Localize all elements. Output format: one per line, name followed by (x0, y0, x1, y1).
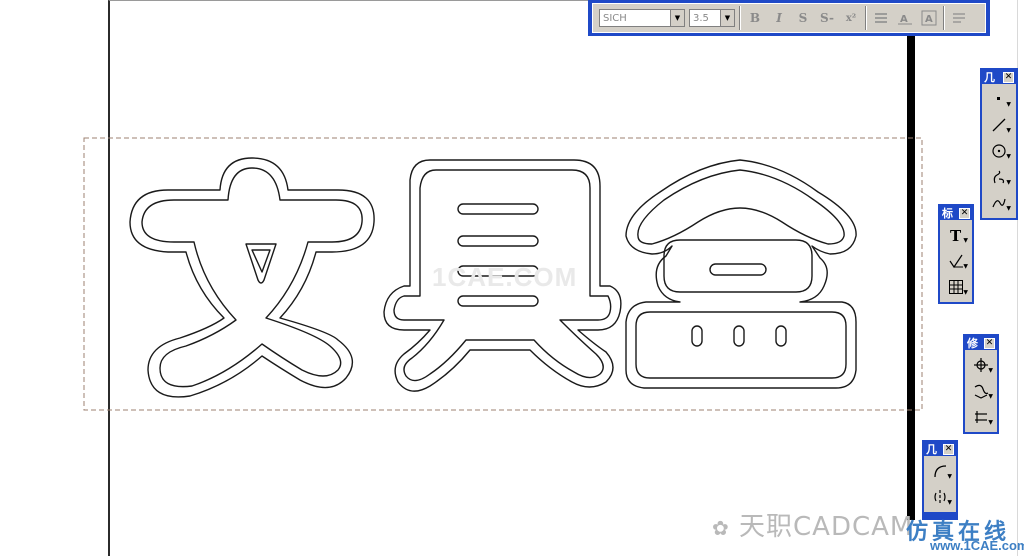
bold-button[interactable]: B (745, 7, 765, 29)
chevron-down-icon[interactable]: ▼ (670, 10, 684, 26)
text-options-button[interactable] (949, 7, 969, 29)
point-tool-button[interactable]: ▼ (988, 88, 1011, 110)
font-combo-value: SICH (603, 12, 627, 24)
close-icon[interactable]: ✕ (984, 337, 995, 349)
roughness-icon (949, 254, 963, 269)
geometry-palette-2: 几 ✕ ▼ ▼ (922, 440, 958, 520)
annotation-palette: 标 ✕ T ▼ ▼ ▼ (938, 204, 974, 304)
spline-tool-button[interactable]: ▼ (988, 192, 1011, 214)
size-combo[interactable]: 3.5 ▼ (689, 9, 735, 27)
centerline-icon (934, 490, 946, 504)
move-tool-button[interactable]: ▼ (970, 354, 993, 376)
table-icon (949, 280, 963, 294)
spline-icon (992, 198, 1006, 208)
wechat-icon: ✿ (712, 516, 730, 540)
palette-title: 修 (967, 337, 978, 350)
strike-button[interactable]: S (793, 7, 813, 29)
crosshair-icon (974, 358, 988, 372)
palette-title: 几 (984, 71, 995, 84)
geometry-palette-1: 几 ✕ ▼ ▼ ▼ ▼ ▼ (980, 68, 1018, 220)
close-icon[interactable]: ✕ (1003, 71, 1014, 83)
palette-body: T ▼ ▼ ▼ (940, 220, 972, 302)
fillet-icon (974, 384, 989, 399)
polyline-tool-button[interactable]: ▼ (988, 166, 1011, 188)
close-icon[interactable]: ✕ (943, 443, 954, 455)
circle-icon (992, 144, 1006, 158)
fillet-tool-button[interactable]: ▼ (970, 380, 993, 402)
svg-text:T: T (950, 227, 962, 243)
palette-title: 标 (942, 207, 953, 220)
char-he-outline[interactable] (625, 159, 857, 389)
roughness-tool-button[interactable]: ▼ (945, 250, 968, 272)
point-icon (997, 97, 1000, 100)
text-tool-button[interactable]: T ▼ (945, 224, 968, 246)
palette-titlebar[interactable]: 几 ✕ (924, 442, 956, 456)
separator (943, 6, 945, 30)
separator (865, 6, 867, 30)
site-watermark-url: www.1CAE.com (930, 538, 1024, 553)
palette-title: 几 (926, 443, 937, 456)
italic-button[interactable]: I (769, 7, 789, 29)
superscript-button[interactable]: x² (841, 7, 861, 29)
centerline-tool-button[interactable]: ▼ (929, 486, 952, 508)
arc-tool-button[interactable]: ▼ (929, 460, 952, 482)
text-options-icon (953, 13, 965, 23)
line-icon (992, 118, 1006, 132)
palette-body: ▼ ▼ ▼ ▼ ▼ (982, 84, 1016, 218)
char-wen-outline[interactable] (129, 157, 375, 398)
palette-titlebar[interactable]: 标 ✕ (940, 206, 972, 220)
close-icon[interactable]: ✕ (959, 207, 970, 219)
chevron-down-icon[interactable]: ▼ (720, 10, 734, 26)
size-combo-value: 3.5 (693, 12, 709, 24)
text-format-toolbar: SICH ▼ 3.5 ▼ B I S S- x² A A (588, 0, 990, 36)
arc-icon (934, 465, 947, 478)
palette-titlebar[interactable]: 修 ✕ (965, 336, 997, 350)
font-combo[interactable]: SICH ▼ (599, 9, 685, 27)
center-watermark: 1CAE.COM (432, 262, 578, 292)
table-tool-button[interactable]: ▼ (945, 276, 968, 298)
palette-body: ▼ ▼ ▼ (965, 350, 997, 432)
palette-titlebar[interactable]: 几 ✕ (982, 70, 1016, 84)
account-watermark-text: 天职CADCAM (739, 512, 914, 542)
line-tool-button[interactable]: ▼ (988, 114, 1011, 136)
strike-dash-button[interactable]: S- (817, 7, 837, 29)
circle-tool-button[interactable]: ▼ (988, 140, 1011, 162)
trim-tool-button[interactable]: ▼ (970, 406, 993, 428)
align-icon (875, 13, 887, 23)
svg-text:A: A (900, 14, 908, 25)
modify-palette: 修 ✕ ▼ ▼ ▼ (963, 334, 999, 434)
account-watermark: ✿ 天职CADCAM (712, 506, 913, 543)
text-height-button[interactable]: A (895, 7, 915, 29)
polyline-icon (993, 170, 1005, 184)
text-tool-icon: T (950, 227, 962, 243)
trim-icon (975, 411, 987, 423)
text-height-icon: A (898, 14, 912, 25)
separator (739, 6, 741, 30)
text-frame-icon: A (921, 10, 937, 26)
text-frame-button[interactable]: A (919, 7, 939, 29)
align-button[interactable] (871, 7, 891, 29)
palette-body: ▼ ▼ (924, 456, 956, 512)
svg-text:A: A (925, 14, 933, 25)
